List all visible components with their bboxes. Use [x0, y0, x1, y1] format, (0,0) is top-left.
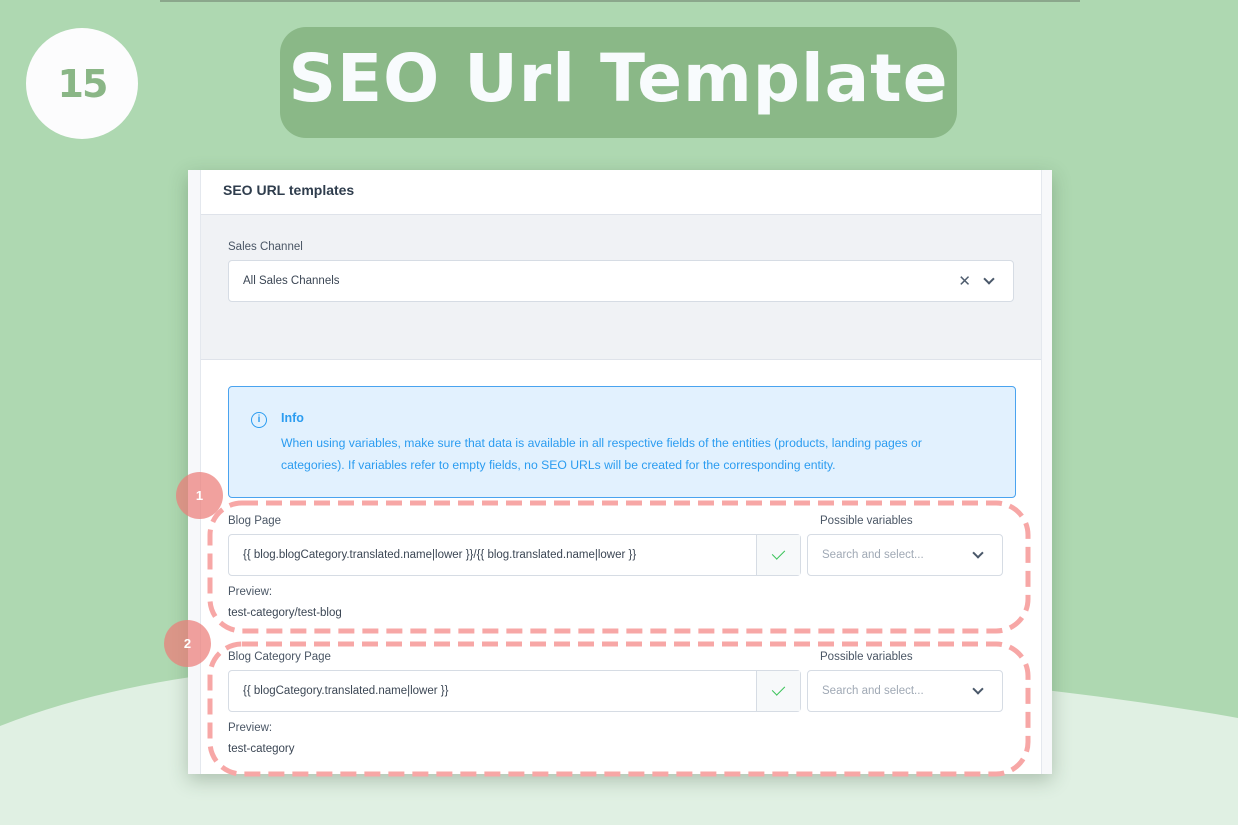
- preview-label: Preview:: [228, 586, 273, 598]
- check-icon: [771, 546, 786, 560]
- possible-variables-placeholder: Search and select...: [822, 685, 924, 697]
- possible-variables-label: Possible variables: [820, 515, 913, 527]
- check-icon: [771, 682, 786, 696]
- chevron-down-icon[interactable]: [983, 273, 995, 285]
- screenshot-panel: SEO URL templates Sales Channel All Sale…: [188, 170, 1052, 774]
- blog-category-page-template: Blog Category Page Possible variables {{…: [228, 651, 1016, 755]
- valid-addon: [756, 671, 800, 711]
- blog-category-template-value[interactable]: {{ blogCategory.translated.name|lower }}: [229, 671, 756, 711]
- blog-page-template: Blog Page Possible variables {{ blog.blo…: [228, 515, 1016, 619]
- annotation-badge-1: 1: [176, 472, 223, 519]
- sales-channel-select[interactable]: All Sales Channels ✕: [228, 260, 1014, 302]
- blog-category-template-input[interactable]: {{ blogCategory.translated.name|lower }}: [228, 670, 801, 712]
- preview-value: test-category/test-blog: [228, 607, 342, 619]
- info-icon: i: [251, 412, 267, 428]
- blog-page-template-value[interactable]: {{ blog.blogCategory.translated.name|low…: [229, 535, 756, 575]
- possible-variables-select[interactable]: Search and select...: [807, 670, 1003, 712]
- sales-channel-section: Sales Channel All Sales Channels ✕: [201, 215, 1041, 360]
- step-number-badge: 15: [26, 28, 138, 139]
- page-title: SEO Url Template: [280, 27, 957, 138]
- info-text: When using variables, make sure that dat…: [281, 436, 922, 472]
- close-icon[interactable]: ✕: [958, 272, 971, 290]
- possible-variables-label: Possible variables: [820, 651, 913, 663]
- sales-channel-label: Sales Channel: [228, 241, 303, 253]
- blog-category-page-label: Blog Category Page: [228, 651, 331, 663]
- card-title: SEO URL templates: [201, 170, 1041, 215]
- chevron-down-icon[interactable]: [972, 547, 984, 559]
- seo-url-templates-card: SEO URL templates Sales Channel All Sale…: [200, 170, 1042, 774]
- possible-variables-select[interactable]: Search and select...: [807, 534, 1003, 576]
- chevron-down-icon[interactable]: [972, 683, 984, 695]
- info-alert: i Info When using variables, make sure t…: [228, 386, 1016, 498]
- sales-channel-value: All Sales Channels: [243, 275, 340, 287]
- preview-label: Preview:: [228, 722, 273, 734]
- valid-addon: [756, 535, 800, 575]
- blog-page-template-input[interactable]: {{ blog.blogCategory.translated.name|low…: [228, 534, 801, 576]
- annotation-badge-2: 2: [164, 620, 211, 667]
- info-title: Info: [281, 411, 304, 425]
- preview-value: test-category: [228, 743, 295, 755]
- possible-variables-placeholder: Search and select...: [822, 549, 924, 561]
- blog-page-label: Blog Page: [228, 515, 282, 527]
